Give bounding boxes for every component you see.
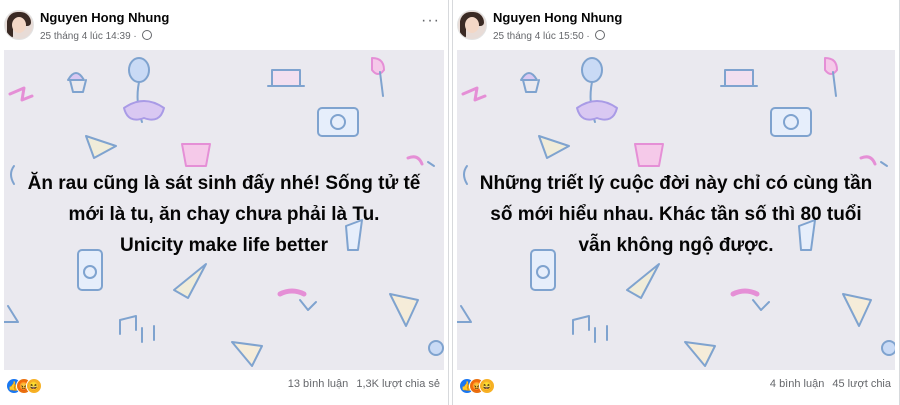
- post-card-1: Nguyen Hong Nhung 25 tháng 4 lúc 14:39 ·…: [0, 0, 449, 405]
- author-name[interactable]: Nguyen Hong Nhung: [493, 10, 622, 25]
- post-message: Ăn rau cũng là sát sinh đấy nhé! Sống tử…: [4, 168, 444, 261]
- avatar[interactable]: [4, 10, 34, 40]
- public-globe-icon: [594, 30, 605, 40]
- author-name[interactable]: Nguyen Hong Nhung: [40, 10, 169, 25]
- more-options-icon[interactable]: ···: [421, 12, 440, 30]
- engagement-stats: 4 bình luận 45 lượt chia: [770, 378, 891, 390]
- share-count[interactable]: 45 lượt chia: [832, 378, 891, 390]
- avatar[interactable]: [457, 10, 487, 40]
- message-line: số mới hiểu nhau. Khác tần số thì 80 tuổ…: [490, 204, 862, 225]
- public-globe-icon: [141, 30, 152, 40]
- message-line: vẫn không ngộ được.: [578, 235, 774, 256]
- post-header: Nguyen Hong Nhung 25 tháng 4 lúc 14:39 ·…: [4, 6, 440, 46]
- message-line: Những triết lý cuộc đời này chỉ có cùng …: [479, 173, 873, 194]
- post-card-2: Nguyen Hong Nhung 25 tháng 4 lúc 15:50 ·…: [452, 0, 900, 405]
- post-footer: 👍 😡 😆 13 bình luận 1,3K lượt chia sẻ: [4, 374, 444, 398]
- engagement-stats: 13 bình luận 1,3K lượt chia sẻ: [288, 378, 440, 390]
- message-line: mới là tu, ăn chay chưa phải là Tu.: [68, 204, 380, 225]
- message-line: Unicity make life better: [119, 235, 329, 256]
- haha-icon: 😆: [479, 378, 495, 394]
- post-background[interactable]: Ăn rau cũng là sát sinh đấy nhé! Sống tử…: [4, 50, 444, 370]
- comment-count[interactable]: 13 bình luận: [288, 378, 349, 390]
- post-header: Nguyen Hong Nhung 25 tháng 4 lúc 15:50 ·: [457, 6, 891, 46]
- post-footer: 👍 😡 😆 4 bình luận 45 lượt chia: [457, 374, 895, 398]
- haha-icon: 😆: [26, 378, 42, 394]
- post-message: Những triết lý cuộc đời này chỉ có cùng …: [457, 168, 895, 261]
- post-timestamp[interactable]: 25 tháng 4 lúc 15:50 ·: [493, 30, 605, 42]
- comment-count[interactable]: 4 bình luận: [770, 378, 824, 390]
- post-background[interactable]: Những triết lý cuộc đời này chỉ có cùng …: [457, 50, 895, 370]
- post-timestamp[interactable]: 25 tháng 4 lúc 14:39 ·: [40, 30, 152, 42]
- message-line: Ăn rau cũng là sát sinh đấy nhé! Sống tử…: [27, 173, 421, 194]
- share-count[interactable]: 1,3K lượt chia sẻ: [356, 378, 440, 390]
